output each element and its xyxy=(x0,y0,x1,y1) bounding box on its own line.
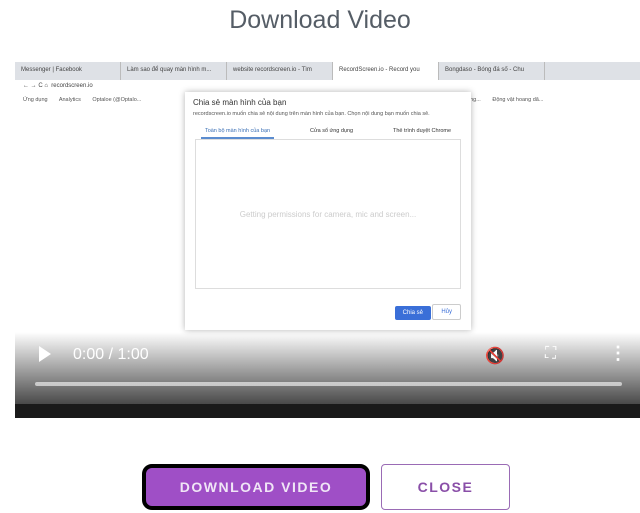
browser-tab: Messenger | Facebook xyxy=(15,62,121,80)
dialog-tab: Cửa sổ ứng dụng xyxy=(309,128,354,134)
progress-bar[interactable] xyxy=(35,382,622,386)
browser-tab: Bongdaso - Bóng đá số - Chu xyxy=(439,62,545,80)
dialog-tab: Toàn bộ màn hình của bạn xyxy=(200,125,275,139)
volume-icon[interactable]: 🔇 xyxy=(485,346,505,366)
bookmark: Analytics xyxy=(58,97,81,103)
browser-tabs: Messenger | Facebook Làm sao để quay màn… xyxy=(15,62,640,80)
share-button: Chia sẻ xyxy=(394,306,431,320)
close-button[interactable]: CLOSE xyxy=(381,464,510,510)
bookmark: Optaloe (@Optalo... xyxy=(92,97,142,103)
browser-tab: Làm sao để quay màn hình m... xyxy=(121,62,227,80)
status-text: Getting permissions for camera, mic and … xyxy=(195,139,461,289)
dialog-description: recordscreen.io muốn chia sẻ nội dung tr… xyxy=(193,111,430,117)
video-controls: 0:00 / 1:00 🔇 ⛶ ⋮ xyxy=(15,338,640,418)
bookmark: Động vật hoang dã... xyxy=(492,97,544,103)
share-screen-dialog: Chia sẻ màn hình của bạn recordscreen.io… xyxy=(185,92,471,330)
download-video-button[interactable]: DOWNLOAD VIDEO xyxy=(142,464,370,510)
play-icon[interactable] xyxy=(39,346,51,362)
dialog-tab: Thẻ trình duyệt Chrome xyxy=(392,128,452,134)
taskbar xyxy=(15,404,640,418)
more-options-icon[interactable]: ⋮ xyxy=(609,343,627,364)
browser-tab: RecordScreen.io - Record you xyxy=(333,62,439,80)
browser-tab: website recordscreen.io - Tìm xyxy=(227,62,333,80)
cancel-button: Hủy xyxy=(432,304,461,320)
dialog-title: Chia sẻ màn hình của bạn xyxy=(193,98,287,107)
address-text: recordscreen.io xyxy=(51,83,93,89)
fullscreen-icon[interactable]: ⛶ xyxy=(545,345,556,363)
time-display: 0:00 / 1:00 xyxy=(73,346,149,363)
page-title: Download Video xyxy=(229,6,411,34)
video-player[interactable]: Messenger | Facebook Làm sao để quay màn… xyxy=(15,62,640,418)
bookmark: Ứng dụng xyxy=(23,97,48,103)
